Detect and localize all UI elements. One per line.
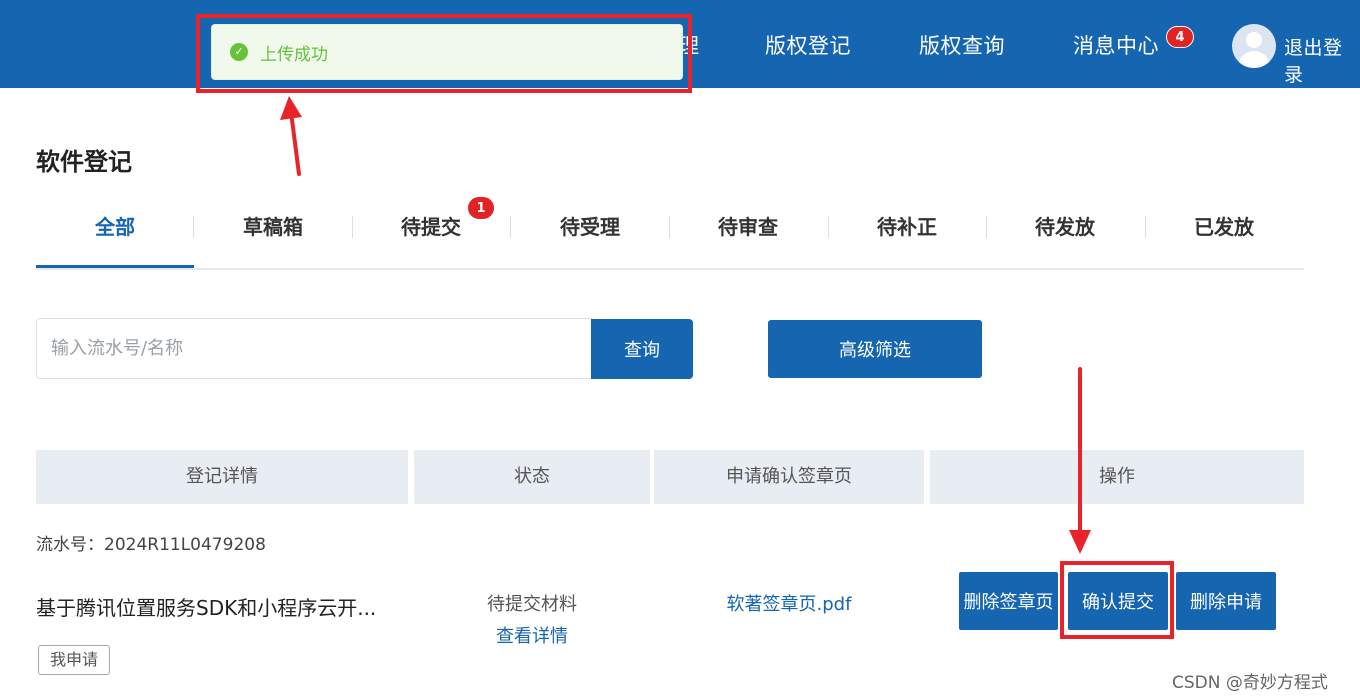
delete-signature-page-button[interactable]: 删除签章页 xyxy=(959,572,1058,630)
table-header-status: 状态 xyxy=(414,450,650,504)
arrow-down-head xyxy=(1069,530,1091,554)
avatar[interactable] xyxy=(1232,24,1276,68)
pending-submit-badge: 1 xyxy=(467,196,495,220)
query-button[interactable]: 查询 xyxy=(591,319,693,379)
avatar-body xyxy=(1238,51,1270,68)
tab-pending-accept[interactable]: 待受理 xyxy=(511,200,669,268)
delete-application-button[interactable]: 删除申请 xyxy=(1176,572,1276,630)
view-details-link[interactable]: 查看详情 xyxy=(414,622,650,648)
nav-item-message-center[interactable]: 消息中心 xyxy=(1073,30,1159,60)
tab-drafts[interactable]: 草稿箱 xyxy=(194,200,352,268)
page-title: 软件登记 xyxy=(36,148,132,176)
arrow-up-shaft xyxy=(289,110,301,176)
logout-link[interactable]: 退出登录 xyxy=(1284,33,1360,87)
tab-all[interactable]: 全部 xyxy=(36,200,194,268)
avatar-head xyxy=(1246,32,1262,48)
tab-pending-review[interactable]: 待审查 xyxy=(669,200,827,268)
tab-pending-issue[interactable]: 待发放 xyxy=(986,200,1144,268)
nav-item-copyright-registration[interactable]: 版权登记 xyxy=(765,30,851,60)
arrow-up-head xyxy=(280,96,302,120)
table-header-details: 登记详情 xyxy=(36,450,408,504)
tab-issued[interactable]: 已发放 xyxy=(1145,200,1303,268)
watermark: CSDN @奇妙方程式 xyxy=(1172,673,1328,693)
status-text: 待提交材料 xyxy=(487,594,577,615)
confirm-highlight-box xyxy=(1060,561,1174,639)
registration-title: 基于腾讯位置服务SDK和小程序云开... xyxy=(36,596,377,620)
applicant-tag: 我申请 xyxy=(38,645,110,675)
search-input[interactable] xyxy=(36,318,592,379)
signature-pdf-link[interactable]: 软著签章页.pdf xyxy=(654,590,924,616)
advanced-filter-button[interactable]: 高级筛选 xyxy=(768,320,982,378)
toast-highlight-box xyxy=(196,14,692,93)
table-header-actions: 操作 xyxy=(930,450,1304,504)
status-tabs: 全部 草稿箱 待提交 待受理 待审查 待补正 待发放 已发放 xyxy=(36,200,1304,270)
serial-number: 流水号：2024R11L0479208 xyxy=(36,535,266,555)
tab-pending-correction[interactable]: 待补正 xyxy=(828,200,986,268)
nav-item-copyright-query[interactable]: 版权查询 xyxy=(919,30,1005,60)
table-header-signature-page: 申请确认签章页 xyxy=(654,450,924,504)
message-count-badge: 4 xyxy=(1166,26,1194,48)
